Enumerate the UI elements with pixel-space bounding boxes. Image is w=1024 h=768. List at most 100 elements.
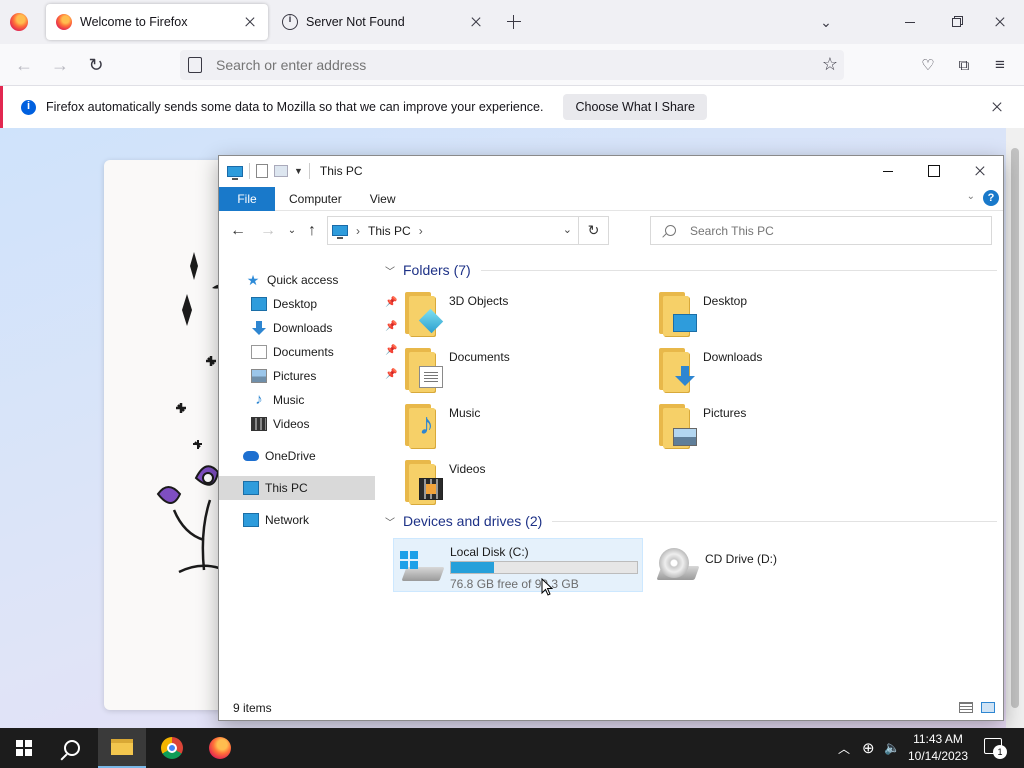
ribbon-tabs: File Computer View ⌄ ?: [219, 186, 1003, 211]
volume-tray-button[interactable]: 🔈: [884, 728, 900, 768]
window-title: This PC: [319, 164, 363, 178]
pocket-button[interactable]: ♡: [914, 51, 942, 79]
folder-desktop[interactable]: Desktop: [653, 290, 883, 342]
close-browser-button[interactable]: [986, 8, 1014, 36]
close-tab-icon[interactable]: [468, 14, 484, 30]
nav-quick-access[interactable]: ★ Quick access: [245, 268, 339, 292]
details-view-icon[interactable]: [959, 702, 973, 713]
documents-icon: [251, 345, 267, 359]
refresh-button[interactable]: ↻: [578, 217, 608, 244]
chrome-icon: [161, 737, 183, 759]
file-explorer-icon: [111, 739, 133, 755]
tab-welcome-to-firefox[interactable]: Welcome to Firefox: [46, 4, 268, 40]
nav-label: Music: [273, 393, 305, 407]
group-title: Folders (7): [403, 262, 471, 278]
back-button[interactable]: ←: [10, 51, 38, 79]
help-icon[interactable]: ?: [983, 190, 999, 206]
close-notification-icon[interactable]: [990, 100, 1004, 114]
taskbar-firefox[interactable]: [196, 728, 244, 768]
breadcrumb-this-pc[interactable]: This PC: [368, 224, 411, 238]
page-scrollbar[interactable]: [1006, 128, 1024, 728]
app-menu-button[interactable]: ≡: [986, 51, 1014, 79]
choose-what-i-share-button[interactable]: Choose What I Share: [563, 94, 707, 120]
this-pc-icon: [332, 225, 348, 239]
new-tab-button[interactable]: [500, 8, 528, 36]
address-bar[interactable]: › This PC › ⌄ ↻: [327, 216, 609, 245]
address-dropdown-icon[interactable]: ⌄: [563, 223, 572, 236]
group-title: Devices and drives (2): [403, 513, 543, 529]
folders-group-header[interactable]: ﹀ Folders (7): [385, 262, 997, 278]
restore-browser-button[interactable]: [942, 8, 970, 36]
folder-music[interactable]: ♪ Music: [399, 402, 629, 454]
drive-local-disk-c[interactable]: Local Disk (C:) 76.8 GB free of 99.3 GB: [393, 538, 643, 592]
firefox-icon: [209, 737, 231, 759]
drives-group-header[interactable]: ﹀ Devices and drives (2): [385, 513, 997, 529]
nav-music[interactable]: ♪ Music: [251, 388, 304, 412]
hamburger-menu-icon: ≡: [995, 55, 1005, 74]
notification-center-button[interactable]: 1: [984, 738, 1007, 759]
tab-file[interactable]: File: [219, 186, 275, 211]
expand-ribbon-icon[interactable]: ⌄: [967, 191, 975, 202]
browser-tab-bar: Welcome to Firefox Server Not Found ⌄: [0, 0, 1024, 44]
recent-locations-icon[interactable]: ⌄: [281, 220, 303, 242]
forward-button[interactable]: →: [257, 220, 279, 242]
forward-button[interactable]: →: [46, 51, 74, 79]
show-hidden-icons-button[interactable]: ︿: [838, 728, 850, 768]
breadcrumb-chevron-icon[interactable]: ›: [419, 224, 423, 238]
minimize-button[interactable]: [865, 156, 911, 186]
reload-button[interactable]: ↻: [82, 51, 110, 79]
collapse-chevron-icon[interactable]: ﹀: [385, 263, 395, 278]
network-tray-button[interactable]: ⊕: [862, 728, 875, 768]
close-button[interactable]: [957, 156, 1003, 186]
firefox-view-icon[interactable]: [10, 13, 28, 31]
close-tab-icon[interactable]: [242, 14, 258, 30]
minimize-browser-button[interactable]: [896, 8, 924, 36]
videos-icon: [251, 417, 267, 431]
new-folder-icon[interactable]: [274, 165, 288, 177]
maximize-button[interactable]: [911, 156, 957, 186]
bookmark-star-icon[interactable]: ☆: [822, 54, 838, 75]
nav-onedrive[interactable]: OneDrive: [243, 444, 316, 468]
tab-server-not-found[interactable]: Server Not Found: [272, 4, 494, 40]
back-button[interactable]: ←: [227, 220, 249, 242]
nav-documents[interactable]: Documents 📌: [251, 340, 397, 364]
list-all-tabs-button[interactable]: ⌄: [812, 8, 840, 36]
nav-pictures[interactable]: Pictures 📌: [251, 364, 397, 388]
folder-3d-objects[interactable]: 3D Objects: [399, 290, 629, 342]
taskbar-file-explorer[interactable]: [98, 728, 146, 768]
customize-toolbar-icon[interactable]: ▼: [294, 166, 303, 176]
start-button[interactable]: [0, 728, 48, 768]
folder-pictures[interactable]: Pictures: [653, 402, 883, 454]
drive-cd-d[interactable]: CD Drive (D:): [649, 538, 849, 592]
search-box[interactable]: [650, 216, 992, 245]
nav-this-pc[interactable]: This PC: [219, 476, 375, 500]
info-icon: [21, 99, 36, 115]
nav-network[interactable]: Network: [243, 508, 309, 532]
folder-name: Downloads: [703, 350, 763, 364]
extensions-button[interactable]: ⧉: [950, 51, 978, 79]
collapse-chevron-icon[interactable]: ﹀: [385, 514, 395, 529]
taskbar-search-button[interactable]: [48, 728, 96, 768]
nav-videos[interactable]: Videos: [251, 412, 309, 436]
onedrive-cloud-icon: [243, 451, 259, 461]
address-bar[interactable]: ☆: [180, 50, 844, 80]
folder-documents[interactable]: Documents: [399, 346, 629, 398]
up-button[interactable]: ↑: [301, 220, 323, 242]
explorer-title-bar[interactable]: ▼ This PC: [219, 156, 1003, 186]
cd-drive-icon: [653, 548, 700, 582]
properties-icon[interactable]: [256, 164, 268, 178]
tab-view[interactable]: View: [356, 187, 410, 211]
large-icons-view-icon[interactable]: [981, 702, 995, 713]
star-icon: ★: [246, 272, 260, 288]
search-input[interactable]: [690, 223, 970, 238]
nav-downloads[interactable]: Downloads 📌: [251, 316, 397, 340]
system-clock[interactable]: 11:43 AM 10/14/2023: [900, 731, 976, 765]
folder-name: Desktop: [703, 294, 748, 308]
taskbar-chrome[interactable]: [148, 728, 196, 768]
folder-downloads[interactable]: Downloads: [653, 346, 883, 398]
scrollbar-thumb[interactable]: [1011, 148, 1019, 708]
tab-computer[interactable]: Computer: [275, 187, 356, 211]
folder-videos[interactable]: Videos: [399, 458, 629, 510]
nav-desktop[interactable]: Desktop 📌: [251, 292, 397, 316]
url-input[interactable]: [216, 57, 776, 73]
